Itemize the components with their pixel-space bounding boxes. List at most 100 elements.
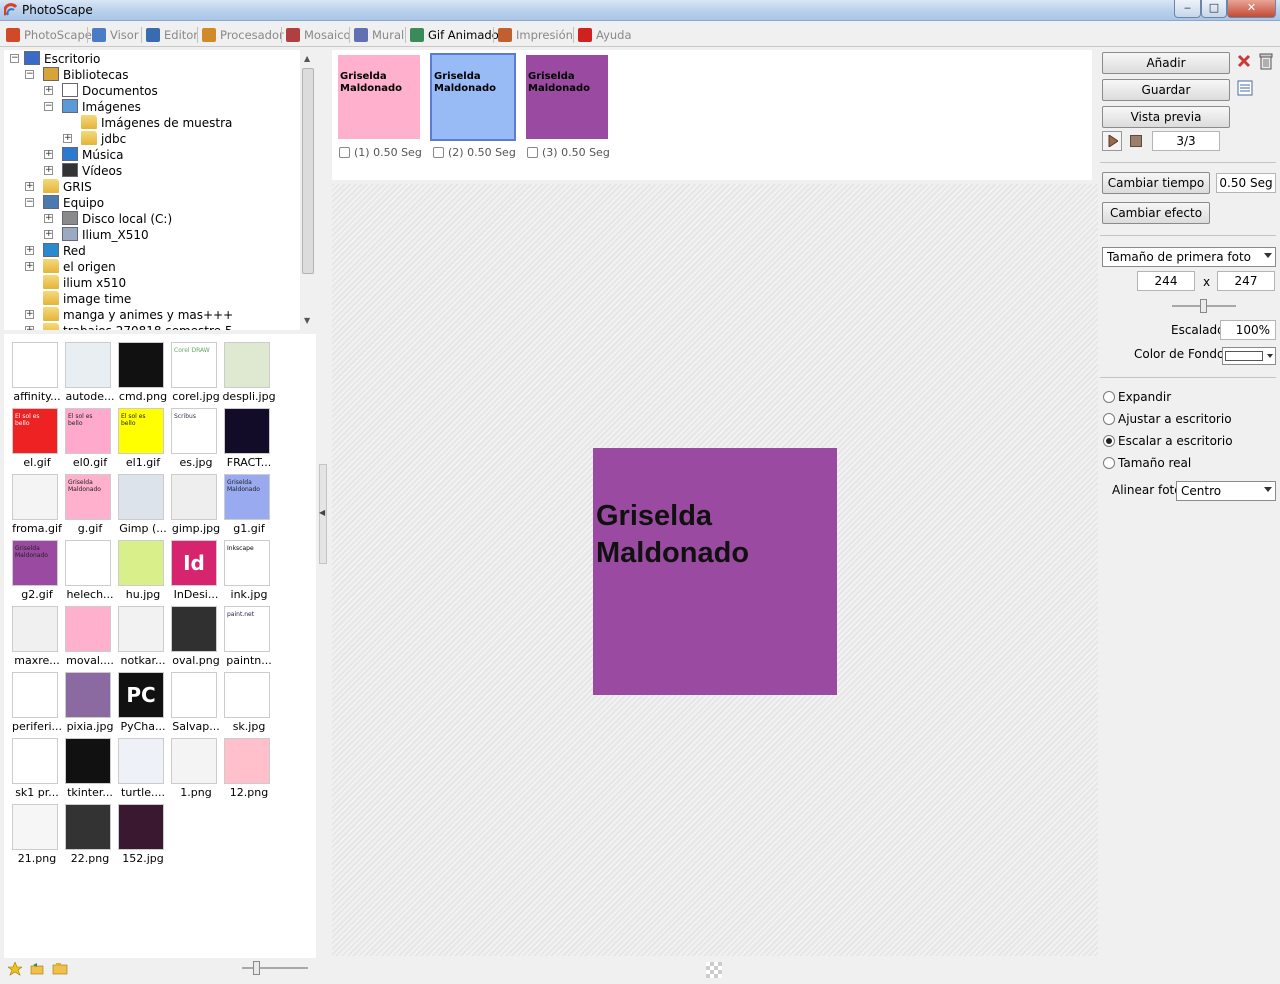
tab-procesador[interactable]: Procesador [200,25,284,45]
stop-icon[interactable] [1130,135,1142,147]
thumbnail-item[interactable]: FRACT... [220,402,272,469]
maximize-button[interactable]: □ [1201,0,1227,18]
scale-field[interactable]: 100% [1220,320,1276,340]
tree-node[interactable]: Red [43,243,86,259]
frame-play-icon[interactable] [339,147,350,158]
thumbnail-item[interactable]: gimp.jpg [167,468,220,535]
fit-mode-radio[interactable] [1103,435,1115,447]
height-field[interactable]: 247 [1217,271,1275,291]
tree-node[interactable]: GRIS [43,179,92,195]
tree-node[interactable]: Documentos [62,83,158,99]
tab-ayuda[interactable]: Ayuda [576,25,632,45]
tree-expander[interactable]: + [25,326,34,330]
thumbnail-item[interactable]: Inkscape ink.jpg [220,534,272,601]
fit-mode-radio[interactable] [1103,457,1115,469]
thumbnail-item[interactable]: tkinter... [61,732,113,799]
tree-node[interactable]: Disco local (C:) [62,211,172,227]
thumbnail-item[interactable]: pixia.jpg [61,666,113,733]
play-button[interactable] [1102,131,1122,151]
close-button[interactable]: ✕ [1227,0,1276,18]
tree-node[interactable]: Vídeos [62,163,122,179]
tree-scrollbar[interactable]: ▲ ▼ [300,50,316,330]
tree-expander[interactable]: + [44,166,53,175]
save-button[interactable]: Guardar [1102,79,1230,101]
thumbnail-item[interactable]: despli.jpg [220,336,276,403]
thumbnail-item[interactable]: hu.jpg [114,534,166,601]
thumbnail-item[interactable]: sk1 pr... [8,732,60,799]
size-mode-select[interactable]: Tamaño de primera foto [1102,247,1276,267]
folder-tree[interactable]: ▲ ▼ − Escritorio − Bibliotecas + Documentos − I… [4,50,316,330]
frame-play-icon[interactable] [527,147,538,158]
thumbnail-item[interactable]: helech... [61,534,114,601]
tree-node[interactable]: ilium x510 [43,275,126,291]
thumbnail-item[interactable]: notkar... [114,600,166,667]
tab-mural[interactable]: Mural [352,25,404,45]
thumbnail-item[interactable]: Griselda Maldonado g.gif [61,468,113,535]
fit-mode-radio[interactable] [1103,391,1115,403]
tab-editor[interactable]: Editor [144,25,198,45]
tree-expander[interactable]: + [63,134,72,143]
tree-node[interactable]: Música [62,147,124,163]
thumbnail-item[interactable]: periferi... [8,666,62,733]
tree-expander[interactable]: + [25,246,34,255]
folder-swap-icon[interactable] [30,962,44,976]
checkerboard-icon[interactable] [706,962,722,978]
thumb-size-slider-handle[interactable] [253,961,260,975]
fit-mode-label[interactable]: Tamaño real [1118,456,1191,470]
tree-node[interactable]: manga y animes y mas+++ [43,307,233,323]
thumbnail-grid[interactable]: affinity... autode... cmd.png Corel DRAW cor… [4,334,316,958]
tree-expander[interactable]: − [10,54,19,63]
frame-caption[interactable]: (2) 0.50 Seg [433,146,516,159]
minimize-button[interactable]: ‒ [1174,0,1201,18]
tree-node[interactable]: Bibliotecas [43,67,128,83]
thumbnail-item[interactable]: 22.png [61,798,113,865]
change-effect-button[interactable]: Cambiar efecto [1102,202,1210,224]
tree-expander[interactable]: + [44,150,53,159]
thumbnail-item[interactable]: 152.jpg [114,798,166,865]
tree-node[interactable]: Escritorio [24,51,100,67]
tree-node[interactable]: Imágenes de muestra [81,115,232,131]
tree-scroll-thumb[interactable] [302,68,314,274]
thumbnail-item[interactable]: El sol es bello el.gif [8,402,60,469]
trash-icon[interactable] [1258,52,1274,70]
tree-node[interactable]: Equipo [43,195,104,211]
tree-expander[interactable]: + [44,214,53,223]
frame-caption[interactable]: (1) 0.50 Seg [339,146,422,159]
thumbnail-item[interactable]: El sol es bello el0.gif [61,402,113,469]
delete-x-icon[interactable] [1236,53,1252,69]
frame-play-icon[interactable] [433,147,444,158]
time-value-field[interactable]: 0.50 Seg [1216,173,1276,193]
tree-node[interactable]: Imágenes [62,99,141,115]
animation-frame[interactable]: Griselda Maldonado [430,53,516,141]
thumbnail-item[interactable]: paint.net paintn... [220,600,272,667]
thumbnail-item[interactable]: El sol es bello el1.gif [114,402,166,469]
change-time-button[interactable]: Cambiar tiempo [1102,172,1210,194]
thumbnail-item[interactable]: turtle.... [114,732,166,799]
open-folder-icon[interactable] [52,962,68,976]
scroll-down-arrow-icon[interactable]: ▼ [304,316,310,325]
thumbnail-item[interactable]: froma.gif [8,468,62,535]
list-view-icon[interactable] [1237,80,1253,96]
collapse-arrow-icon[interactable]: ◀ [319,508,325,517]
thumbnail-item[interactable]: 12.png [220,732,272,799]
tree-node[interactable]: trabajos 270818 semestre 5 [43,323,233,330]
fit-mode-label[interactable]: Expandir [1118,390,1171,404]
tree-expander[interactable]: − [44,102,53,111]
tree-node[interactable]: jdbc [81,131,126,147]
animation-frame[interactable]: Griselda Maldonado [338,55,420,139]
thumbnail-item[interactable]: affinity... [8,336,61,403]
thumbnail-item[interactable]: maxre... [8,600,60,667]
tree-expander[interactable]: + [25,262,34,271]
tree-expander[interactable]: + [44,230,53,239]
thumbnail-item[interactable]: autode... [61,336,115,403]
tree-expander[interactable]: − [25,70,34,79]
thumbnail-item[interactable]: 1.png [167,732,219,799]
thumb-size-slider-track[interactable] [242,967,308,969]
tab-mosaico[interactable]: Mosaico [284,25,351,45]
tree-expander[interactable]: + [44,86,53,95]
background-color-picker[interactable] [1222,347,1276,365]
thumbnail-item[interactable]: 21.png [8,798,60,865]
frame-caption[interactable]: (3) 0.50 Seg [527,146,610,159]
favorite-star-icon[interactable] [8,962,22,976]
fit-mode-radio[interactable] [1103,413,1115,425]
